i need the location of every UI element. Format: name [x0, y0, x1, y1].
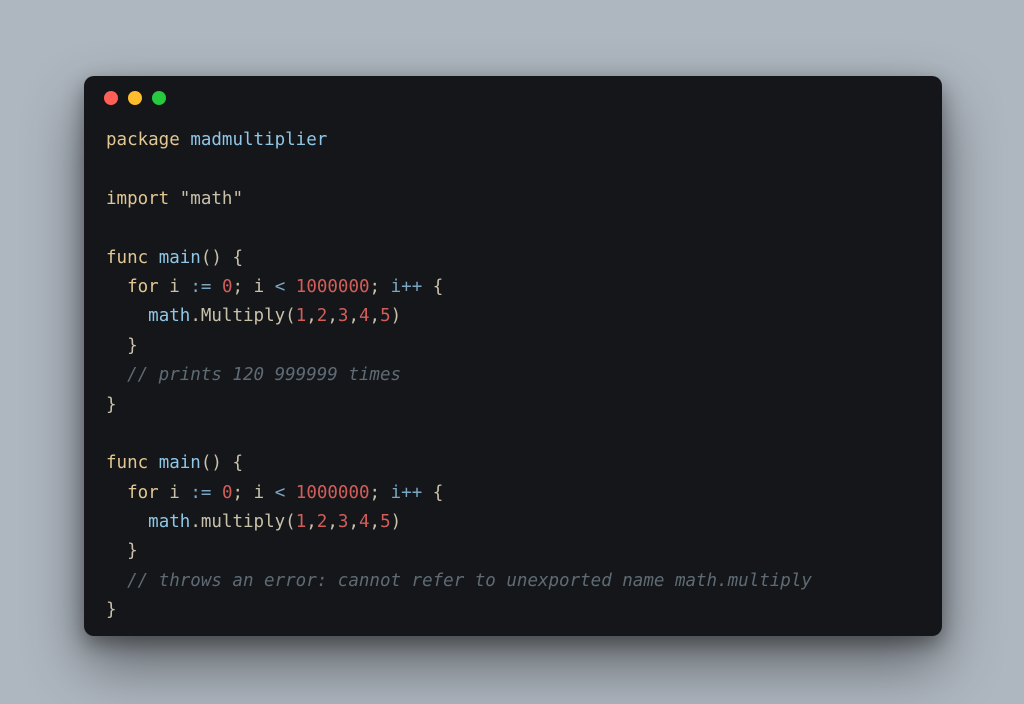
brace: {	[232, 453, 243, 473]
keyword-for: for	[127, 483, 159, 503]
close-icon[interactable]	[104, 91, 118, 105]
arg: 2	[317, 512, 328, 532]
op-inc: i++	[391, 483, 423, 503]
comma: ,	[327, 306, 338, 326]
comma: ,	[348, 512, 359, 532]
paren: (	[285, 512, 296, 532]
arg: 4	[359, 306, 370, 326]
brace: }	[127, 541, 138, 561]
num-zero: 0	[222, 277, 233, 297]
comma: ,	[327, 512, 338, 532]
keyword-for: for	[127, 277, 159, 297]
brace: {	[433, 277, 444, 297]
ident-i: i	[254, 277, 265, 297]
module-math: math	[148, 306, 190, 326]
arg: 2	[317, 306, 328, 326]
num-million: 1000000	[296, 277, 370, 297]
arg: 5	[380, 306, 391, 326]
dot: .	[190, 306, 201, 326]
keyword-func: func	[106, 453, 148, 473]
arg: 4	[359, 512, 370, 532]
paren: )	[391, 512, 402, 532]
code-window: package madmultiplier import "math" func…	[84, 76, 942, 636]
op-lt: <	[275, 483, 286, 503]
module-math: math	[148, 512, 190, 532]
num-zero: 0	[222, 483, 233, 503]
zoom-icon[interactable]	[152, 91, 166, 105]
arg: 1	[296, 306, 307, 326]
func-name: main	[159, 248, 201, 268]
comment-line: // prints 120 999999 times	[127, 365, 401, 385]
comma: ,	[306, 306, 317, 326]
op-lt: <	[275, 277, 286, 297]
window-titlebar	[84, 76, 942, 120]
brace: }	[106, 395, 117, 415]
semi: ;	[233, 483, 244, 503]
comment-line: // throws an error: cannot refer to unex…	[127, 571, 812, 591]
minimize-icon[interactable]	[128, 91, 142, 105]
func-name: main	[159, 453, 201, 473]
arg: 3	[338, 512, 349, 532]
package-name: madmultiplier	[190, 130, 327, 150]
call-Multiply: Multiply	[201, 306, 285, 326]
paren: ()	[201, 248, 222, 268]
op-inc: i++	[391, 277, 423, 297]
comma: ,	[306, 512, 317, 532]
semi: ;	[370, 277, 381, 297]
semi: ;	[370, 483, 381, 503]
keyword-func: func	[106, 248, 148, 268]
keyword-import: import	[106, 189, 169, 209]
num-million: 1000000	[296, 483, 370, 503]
dot: .	[190, 512, 201, 532]
keyword-package: package	[106, 130, 180, 150]
comma: ,	[370, 306, 381, 326]
ident-i: i	[169, 277, 180, 297]
ident-i: i	[169, 483, 180, 503]
ident-i: i	[254, 483, 265, 503]
brace: {	[433, 483, 444, 503]
import-path: "math"	[180, 189, 243, 209]
paren: ()	[201, 453, 222, 473]
paren: )	[391, 306, 402, 326]
brace: {	[232, 248, 243, 268]
op-decl: :=	[190, 483, 211, 503]
comma: ,	[370, 512, 381, 532]
op-decl: :=	[190, 277, 211, 297]
code-block: package madmultiplier import "math" func…	[84, 120, 942, 648]
brace: }	[106, 600, 117, 620]
call-multiply: multiply	[201, 512, 285, 532]
brace: }	[127, 336, 138, 356]
arg: 3	[338, 306, 349, 326]
comma: ,	[348, 306, 359, 326]
arg: 5	[380, 512, 391, 532]
semi: ;	[233, 277, 244, 297]
paren: (	[285, 306, 296, 326]
arg: 1	[296, 512, 307, 532]
